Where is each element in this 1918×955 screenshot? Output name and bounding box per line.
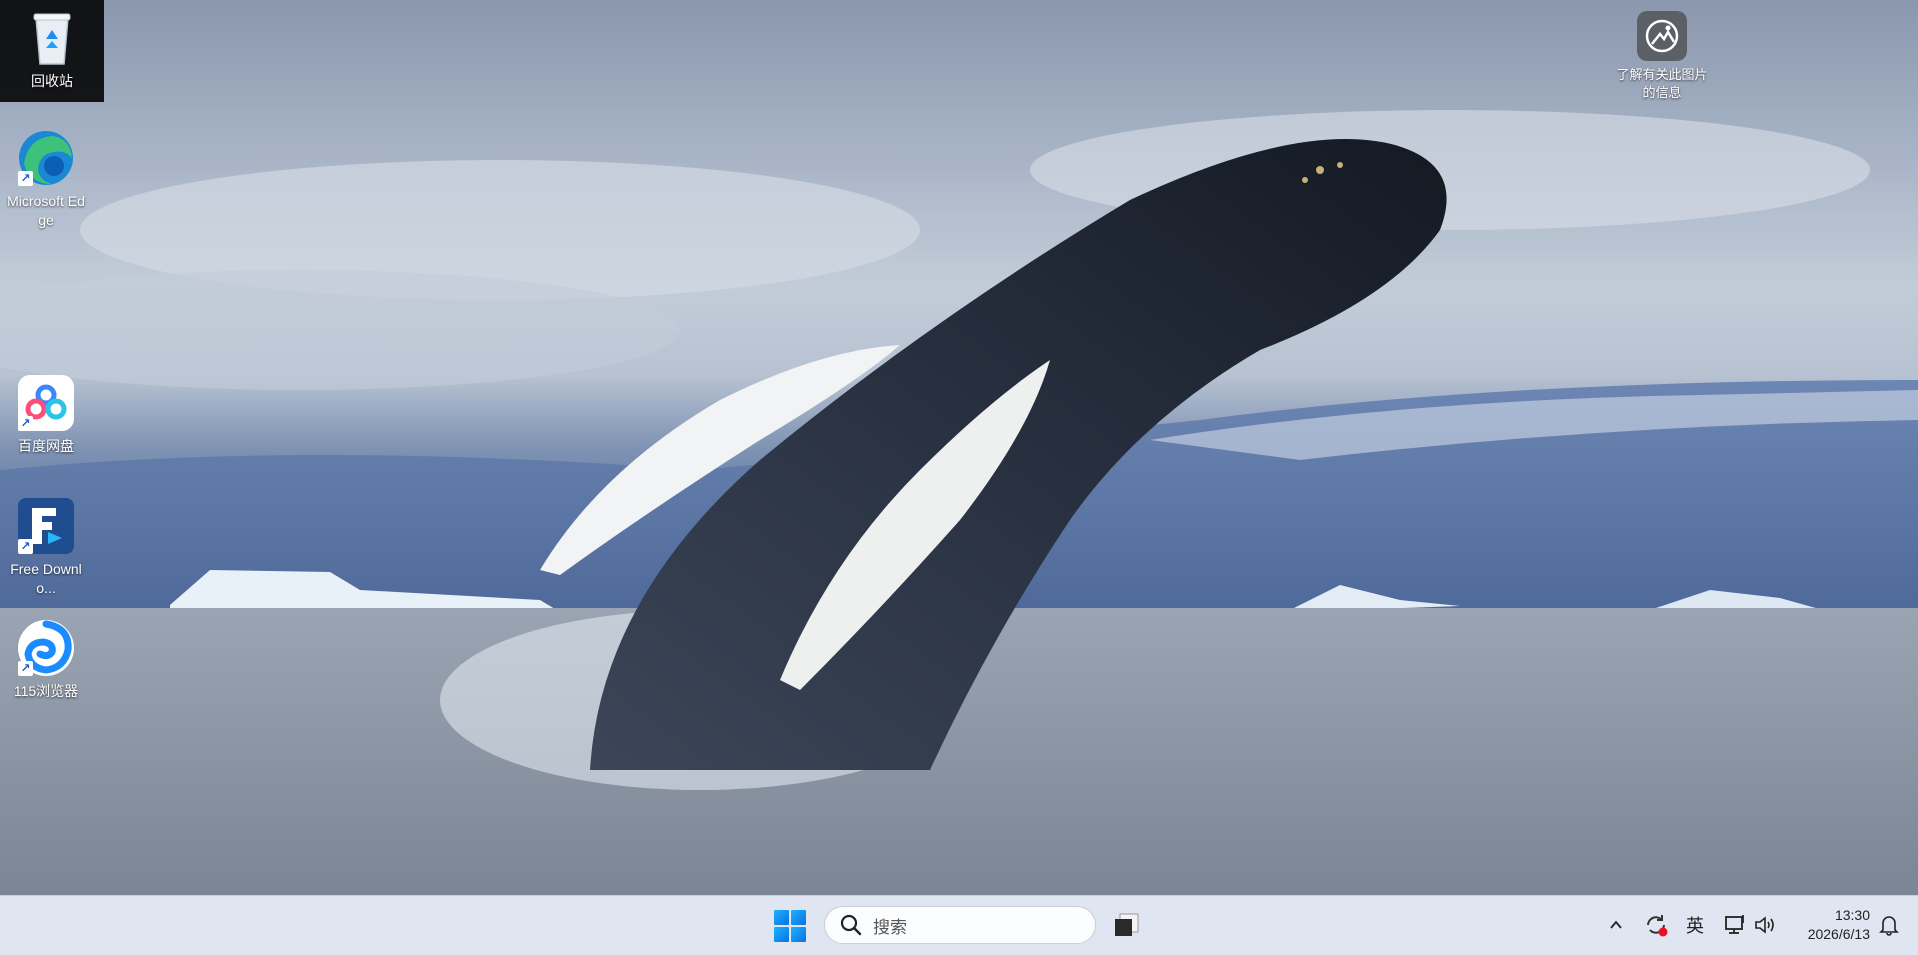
network-tray-icon[interactable] — [1720, 910, 1750, 940]
sync-status-tray-icon[interactable] — [1640, 910, 1672, 940]
volume-tray-icon[interactable] — [1750, 910, 1780, 940]
shortcut-arrow-icon: ↗ — [18, 171, 33, 186]
desktop-icon-label: Microsoft Edge — [7, 193, 85, 228]
search-icon — [840, 914, 862, 936]
wallpaper-whale-image — [0, 110, 1918, 895]
task-view-icon — [1115, 913, 1139, 936]
taskbar-app-task-view[interactable] — [1112, 910, 1142, 940]
notifications-button[interactable] — [1874, 910, 1904, 940]
windows-logo-icon — [774, 910, 789, 925]
show-hidden-icons-button[interactable] — [1602, 910, 1630, 940]
taskbar-clock[interactable]: 13:30 2026/6/13 — [1788, 906, 1870, 944]
clock-date: 2026/6/13 — [1807, 926, 1870, 942]
desktop-icon-microsoft-edge[interactable]: ↗ Microsoft Edge — [0, 120, 92, 230]
desktop-icon-free-download-manager[interactable]: ↗ Free Downlo... — [0, 488, 92, 598]
clock-time: 13:30 — [1834, 907, 1870, 923]
windows-logo-icon-part — [791, 927, 806, 942]
sync-icon — [1647, 915, 1668, 937]
chevron-up-icon — [1610, 920, 1622, 929]
desktop-icon-label: Free Downlo... — [10, 561, 82, 596]
windows-logo-icon-part — [791, 910, 806, 925]
desktop: 回收站 ↗ Microsoft Edge ↗ 百度网盘 ↗ Free Downl… — [0, 0, 1918, 895]
desktop-icon-label: 了解有关此图片的信息 — [1616, 67, 1708, 100]
shortcut-arrow-icon: ↗ — [18, 661, 33, 676]
ime-label: 英 — [1686, 916, 1704, 936]
windows-logo-icon-part — [774, 927, 789, 942]
shortcut-arrow-icon: ↗ — [18, 416, 33, 431]
free-download-manager-icon: ↗ — [16, 496, 76, 556]
search-placeholder: 搜索 — [873, 917, 907, 937]
desktop-icon-learn-about-picture[interactable]: 了解有关此图片的信息 — [1616, 4, 1708, 102]
start-button[interactable] — [772, 908, 808, 944]
desktop-icon-label: 115浏览器 — [13, 683, 79, 699]
desktop-icon-baidu-netdisk[interactable]: ↗ 百度网盘 — [0, 365, 92, 456]
network-icon — [1725, 915, 1744, 934]
taskbar-search-box[interactable]: 搜索 — [824, 906, 1096, 944]
learn-about-picture-icon — [1636, 10, 1688, 62]
bell-icon — [1879, 916, 1899, 936]
input-method-indicator[interactable]: 英 — [1680, 910, 1710, 940]
speaker-icon — [1755, 916, 1774, 934]
115-browser-icon: ↗ — [16, 618, 76, 678]
shortcut-arrow-icon: ↗ — [18, 539, 33, 554]
desktop-icon-recycle-bin[interactable]: 回收站 — [0, 0, 104, 102]
desktop-icon-label: 百度网盘 — [18, 438, 74, 454]
taskbar: 搜索 英 13:30 2026/6/13 — [0, 895, 1918, 955]
recycle-bin-icon — [22, 8, 82, 68]
microsoft-edge-icon: ↗ — [16, 128, 76, 188]
baidu-netdisk-icon: ↗ — [16, 373, 76, 433]
desktop-icon-label: 回收站 — [31, 73, 73, 89]
desktop-icon-115-browser[interactable]: ↗ 115浏览器 — [0, 610, 92, 701]
